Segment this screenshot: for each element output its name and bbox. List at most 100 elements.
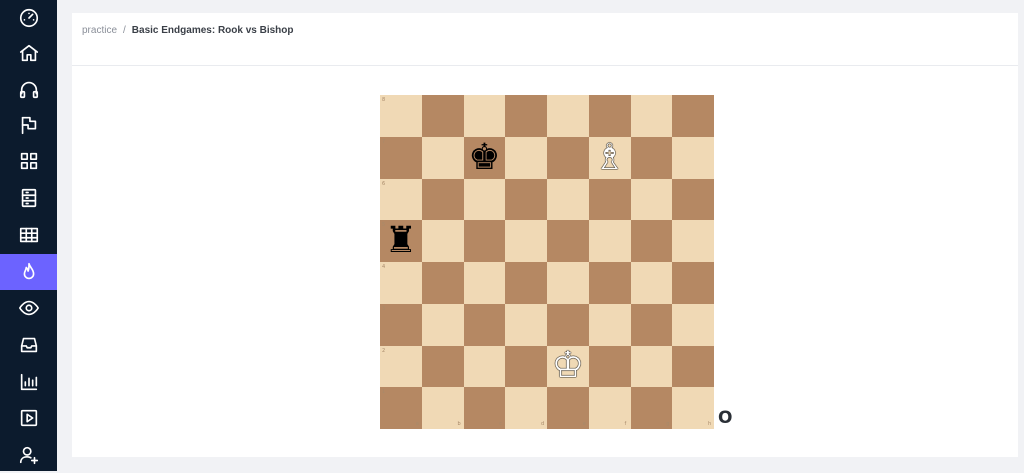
file-label: d [541,421,545,427]
loading-indicator: O [718,408,733,428]
flame-icon [23,262,34,280]
square-a2[interactable] [380,345,422,388]
square-e3[interactable] [547,303,589,346]
user-plus-icon [19,446,38,465]
square-h4[interactable] [672,262,714,304]
breadcrumb: practice / Basic Endgames: Rook vs Bisho… [82,25,294,36]
square-f4[interactable] [588,262,631,304]
square-d8[interactable] [505,95,547,137]
square-d2[interactable] [505,345,547,388]
square-g6[interactable] [630,178,673,221]
rank-label: 6 [382,180,386,187]
square-e8[interactable] [547,95,589,137]
square-g2[interactable] [630,345,673,388]
server-icon [21,188,36,208]
square-b4[interactable] [421,262,464,304]
rank-label: 4 [382,264,386,270]
inbox-icon [20,337,37,353]
nav-home[interactable] [0,35,57,71]
breadcrumb-current: Basic Endgames: Rook vs Bishop [131,25,294,36]
speedometer-icon [19,8,38,28]
rank-label: 1 [382,389,386,396]
square-c4[interactable] [463,262,506,304]
square-h5[interactable] [672,220,714,262]
nav-play[interactable] [0,400,57,436]
square-b6[interactable] [421,178,464,221]
file-label: h [708,421,712,427]
breadcrumb-separator: / [123,25,126,36]
home-icon [19,44,38,62]
nav-speedometer[interactable] [0,0,57,36]
square-g4[interactable] [630,262,673,304]
square-h8[interactable] [672,95,714,137]
square-c2[interactable] [463,345,506,388]
square-f2[interactable] [588,345,631,388]
square-e7[interactable] [547,136,589,179]
nav-user-plus[interactable] [0,437,57,473]
square-c3[interactable] [463,303,506,346]
square-g7[interactable] [630,136,673,179]
file-label: b [457,421,461,427]
flag-icon [21,116,36,135]
nav-inbox[interactable] [0,327,57,363]
grid-icon [20,152,37,170]
square-a4[interactable] [380,262,422,304]
nav-table[interactable] [0,217,57,253]
file-label: c [499,421,502,427]
square-f6[interactable] [588,178,631,221]
square-a7[interactable] [380,136,422,179]
square-h6[interactable] [672,178,714,221]
white-king-piece[interactable]: ♔ [547,346,589,388]
square-d4[interactable] [505,262,547,304]
white-bishop-piece[interactable]: ♗ [589,137,631,179]
nav-headphones[interactable] [0,71,57,107]
rank-label: 3 [382,305,386,312]
square-b5[interactable] [421,220,464,262]
chess-board[interactable]: 8 7 6 5 4 3 2 1 a b c d e f g h ♚ ♗ ♜ ♔ [380,95,714,429]
black-king-piece[interactable]: ♚ [464,137,506,179]
square-d5[interactable] [505,220,547,262]
nav-flame[interactable] [0,254,57,290]
square-b2[interactable] [421,345,464,388]
square-c8[interactable] [463,95,506,137]
square-e5[interactable] [547,220,589,262]
square-h2[interactable] [672,345,714,388]
square-e4[interactable] [547,262,589,304]
square-c5[interactable] [463,220,506,262]
square-a6[interactable] [380,178,422,221]
nav-grid[interactable] [0,143,57,179]
nav-eye[interactable] [0,290,57,326]
square-a3[interactable] [380,303,422,346]
square-c6[interactable] [463,178,506,221]
square-g5[interactable] [630,220,673,262]
square-a8[interactable] [380,95,422,137]
square-f5[interactable] [588,220,631,262]
square-d3[interactable] [505,303,547,346]
nav-flag[interactable] [0,107,57,143]
file-label: g [666,421,670,427]
square-f3[interactable] [588,303,631,346]
main-panel: practice / Basic Endgames: Rook vs Bisho… [72,13,1018,457]
square-b8[interactable] [421,95,464,137]
breadcrumb-practice-link[interactable]: practice [82,25,117,36]
page-header: practice / Basic Endgames: Rook vs Bisho… [72,13,1018,66]
headphones-icon [19,81,38,99]
rank-label: 7 [382,138,386,145]
square-d7[interactable] [505,136,547,179]
nav-bar-chart[interactable] [0,364,57,400]
square-b3[interactable] [421,303,464,346]
eye-icon [18,300,39,316]
square-f8[interactable] [588,95,631,137]
square-h7[interactable] [672,136,714,179]
sidebar [0,0,57,471]
black-rook-piece[interactable]: ♜ [380,220,422,262]
square-b7[interactable] [421,136,464,179]
nav-server[interactable] [0,180,57,216]
square-e6[interactable] [547,178,589,221]
square-g8[interactable] [630,95,673,137]
square-h3[interactable] [672,303,714,346]
square-d6[interactable] [505,178,547,221]
file-label: e [582,421,586,427]
file-label: f [624,421,627,427]
square-g3[interactable] [630,303,673,346]
